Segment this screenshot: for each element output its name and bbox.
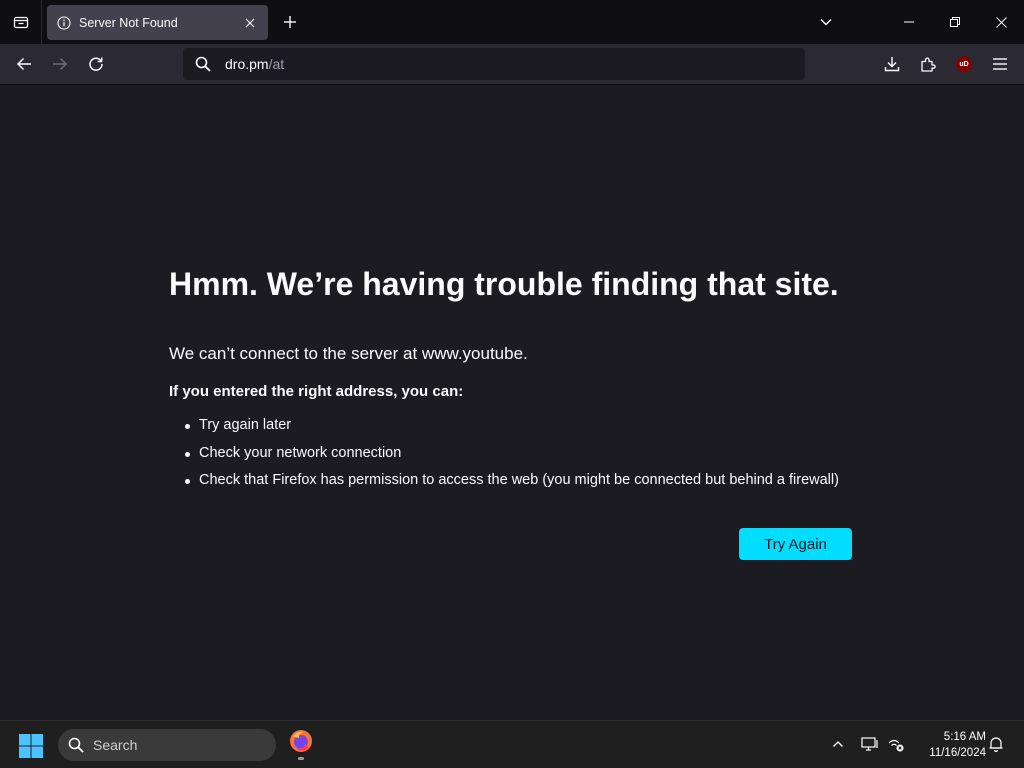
ublock-origin-button[interactable]: uD (950, 50, 978, 78)
bullet-icon (185, 424, 190, 429)
windows-start-icon[interactable] (18, 733, 44, 759)
firefox-view-icon (13, 16, 28, 29)
app-menu-button[interactable] (986, 50, 1014, 78)
system-clock[interactable]: 5:16 AM 11/16/2024 (914, 729, 986, 761)
close-tab-button[interactable] (242, 15, 258, 31)
address-bar[interactable]: dro.pm/at (183, 48, 805, 80)
reload-icon (89, 57, 103, 71)
search-label: Search (93, 737, 138, 753)
network-volume-tray-button[interactable] (885, 733, 907, 755)
suggestions-list: Try again later Check your network conne… (185, 417, 839, 500)
firefox-icon (290, 730, 312, 752)
taskbar-search[interactable]: Search (58, 729, 276, 761)
info-icon (57, 15, 71, 30)
list-item: Check that Firefox has permission to acc… (185, 472, 839, 500)
list-all-tabs-button[interactable] (814, 10, 838, 34)
display-tray-button[interactable] (859, 733, 881, 755)
restore-icon (950, 17, 960, 27)
notifications-button[interactable] (985, 733, 1007, 755)
plus-icon (284, 16, 296, 28)
downloads-button[interactable] (878, 50, 906, 78)
minimize-icon (904, 21, 914, 23)
taskbar: Search 5:16 AM 11/16/2024 (0, 720, 1024, 768)
download-icon (884, 57, 900, 72)
suggestion-text: Check that Firefox has permission to acc… (199, 472, 839, 488)
new-tab-button[interactable] (278, 10, 302, 34)
network-offline-icon (888, 739, 904, 752)
puzzle-icon (921, 57, 936, 72)
tab-title: Server Not Found (79, 15, 178, 30)
close-icon (995, 16, 1007, 28)
list-item: Check your network connection (185, 445, 839, 473)
suggestion-text: Check your network connection (199, 444, 402, 461)
close-icon (245, 18, 255, 27)
hamburger-menu-icon (993, 58, 1007, 70)
firefox-view-button[interactable] (0, 0, 42, 44)
chevron-down-icon (820, 19, 832, 26)
clock-date: 11/16/2024 (929, 747, 986, 759)
bullet-icon (185, 479, 190, 484)
url-path: /at (268, 56, 285, 72)
bullet-icon (185, 451, 190, 457)
extensions-button[interactable] (914, 50, 942, 78)
monitor-icon (861, 737, 878, 751)
firefox-taskbar-button[interactable] (288, 729, 314, 761)
arrow-right-icon (53, 57, 68, 71)
search-icon (195, 56, 211, 72)
forward-button[interactable] (46, 50, 74, 78)
show-hidden-icons-button[interactable] (827, 733, 849, 755)
clock-time: 5:16 AM (943, 731, 986, 743)
error-title: Hmm. We’re having trouble finding that s… (169, 266, 839, 302)
running-indicator (298, 757, 304, 760)
minimize-button[interactable] (886, 0, 932, 44)
arrow-left-icon (16, 57, 31, 71)
bell-icon (989, 737, 1003, 752)
url-host: dro.pm (225, 56, 269, 72)
error-page: Hmm. We’re having trouble finding that s… (0, 85, 1024, 721)
suggestions-heading: If you entered the right address, you ca… (169, 383, 464, 400)
back-button[interactable] (10, 50, 38, 78)
ublock-icon: uD (956, 56, 972, 72)
suggestion-text: Try again later (199, 417, 292, 433)
search-icon (68, 737, 84, 753)
try-again-button[interactable]: Try Again (739, 528, 852, 560)
list-item: Try again later (185, 417, 839, 445)
chevron-up-icon (833, 741, 843, 747)
error-description: We can’t connect to the server at www.yo… (169, 344, 528, 363)
tab-strip: Server Not Found (0, 0, 1024, 44)
close-window-button[interactable] (978, 0, 1024, 44)
tab-server-not-found[interactable]: Server Not Found (47, 5, 268, 40)
navigation-toolbar: dro.pm/at uD (0, 44, 1024, 85)
reload-button[interactable] (82, 50, 110, 78)
restore-button[interactable] (932, 0, 978, 44)
